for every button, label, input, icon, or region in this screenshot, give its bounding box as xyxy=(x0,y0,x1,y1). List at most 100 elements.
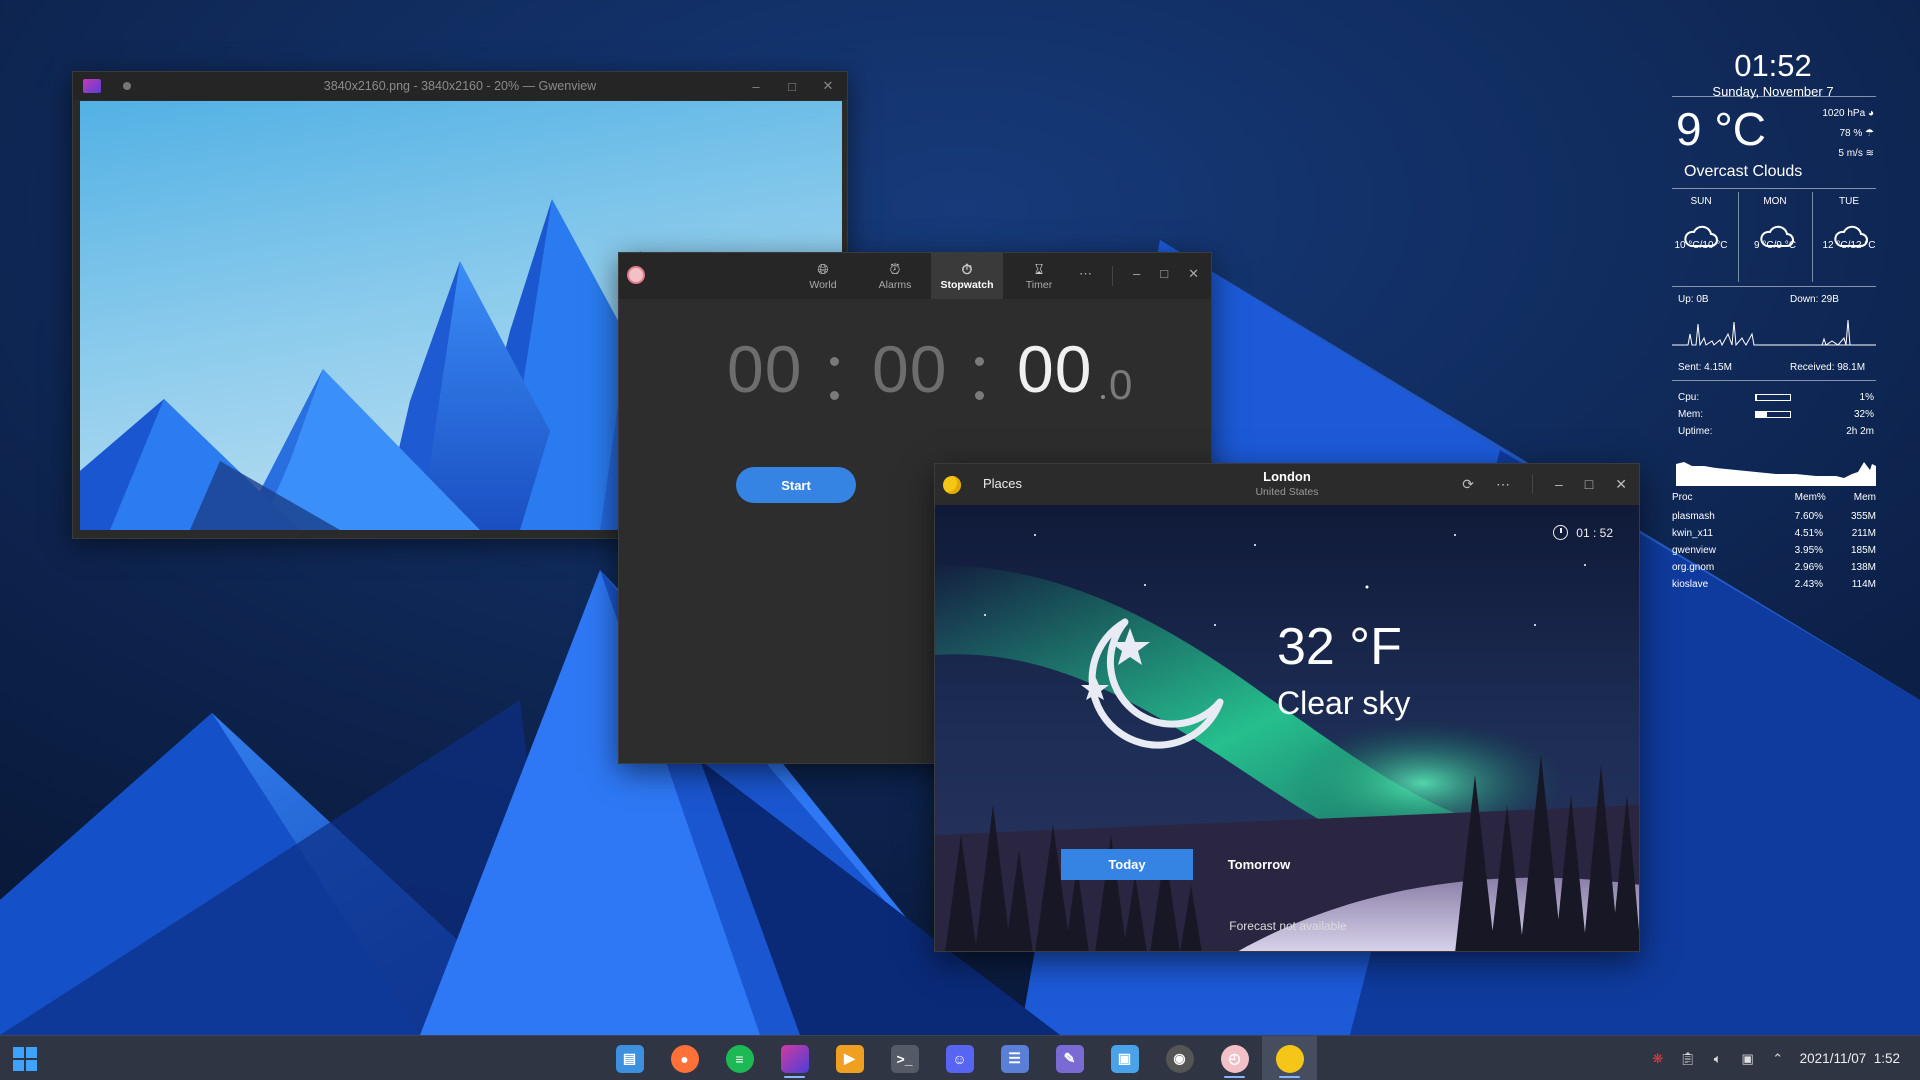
maximize-icon[interactable]: □ xyxy=(1585,476,1593,492)
taskbar-app[interactable]: ● xyxy=(657,1036,712,1080)
mem-value: 32% xyxy=(1853,409,1874,420)
file-manager-icon: ▤ xyxy=(615,1044,644,1073)
weather-header[interactable]: Places London United States ⟳ ⋯ – □ ✕ xyxy=(935,464,1639,505)
cloud-icon xyxy=(1760,225,1794,247)
forecast-message: Forecast not available xyxy=(1229,919,1347,933)
umbrella-icon: ☂ xyxy=(1865,128,1874,139)
current-temperature: 32 °F xyxy=(1277,618,1402,676)
gwenview-icon xyxy=(780,1044,809,1073)
cloud-icon xyxy=(1834,225,1868,247)
network-icon[interactable]: ▣ xyxy=(1740,1051,1756,1067)
humidity-value: 78 % xyxy=(1839,128,1863,139)
close-icon[interactable]: ✕ xyxy=(1615,476,1627,493)
tab-label: Alarms xyxy=(878,278,912,291)
taskbar-app[interactable]: ✎ xyxy=(1042,1036,1097,1080)
document-icon: ☰ xyxy=(1000,1044,1029,1073)
taskbar-app[interactable]: ▤ xyxy=(602,1036,657,1080)
cpu-bar xyxy=(1755,394,1791,401)
minimize-icon[interactable]: – xyxy=(747,77,765,95)
start-menu-button[interactable] xyxy=(13,1047,37,1071)
tab-timer[interactable]: ⌛︎ Timer xyxy=(1003,253,1075,299)
net-up: Up: 0B xyxy=(1678,294,1709,305)
current-condition: Clear sky xyxy=(1277,685,1411,721)
clock-icon xyxy=(1553,525,1569,540)
spotify-icon: ≡ xyxy=(725,1044,754,1073)
tab-alarms[interactable]: ⏰︎ Alarms xyxy=(859,253,931,299)
table-row: plasmash 7.60% 355M xyxy=(1672,508,1876,525)
stopwatch-minutes: 00 xyxy=(872,332,948,406)
start-button[interactable]: Start xyxy=(736,467,856,503)
table-cell: 3.95% xyxy=(1794,545,1824,556)
tab-world[interactable]: 🌐︎ World xyxy=(787,253,859,299)
pressure: 1020 hPa ◕ xyxy=(1822,108,1874,119)
uptime-label: Uptime: xyxy=(1678,426,1713,437)
more-options-icon[interactable]: ⋯ xyxy=(1496,476,1510,493)
gwenview-titlebar[interactable]: 3840x2160.png - 3840x2160 - 20% — Gwenvi… xyxy=(73,72,847,100)
widget-temperature: 9 °C xyxy=(1676,103,1766,155)
maximize-icon[interactable]: □ xyxy=(783,77,801,95)
table-cell: 185M xyxy=(1850,545,1876,556)
table-cell: gwenview xyxy=(1672,545,1716,556)
clocks-header[interactable]: 🌐︎ World ⏰︎ Alarms ⏱︎ Stopwatch ⌛︎ Timer… xyxy=(619,253,1211,299)
column-header: Mem% xyxy=(1794,491,1826,503)
aurora-background xyxy=(935,505,1639,951)
divider xyxy=(1672,380,1876,381)
minimize-icon[interactable]: – xyxy=(1555,476,1563,492)
lifebuoy-icon[interactable]: ❋ xyxy=(1650,1051,1666,1067)
table-cell: 355M xyxy=(1850,511,1876,522)
close-icon[interactable]: ✕ xyxy=(819,77,837,95)
weather-window[interactable]: Places London United States ⟳ ⋯ – □ ✕ 01… xyxy=(934,463,1640,952)
discord-icon: ☺ xyxy=(945,1044,974,1073)
tab-label: Timer xyxy=(1025,278,1053,291)
cpu-value: 1% xyxy=(1859,392,1874,403)
tab-stopwatch[interactable]: ⏱︎ Stopwatch xyxy=(931,253,1003,299)
widget-date: Sunday, November 7 xyxy=(1712,84,1834,99)
taskbar-clock[interactable]: 2021/11/07 1:52 xyxy=(1800,1051,1900,1066)
maximize-icon[interactable]: □ xyxy=(1160,266,1168,286)
clipboard-icon[interactable]: 📋︎ xyxy=(1679,1051,1696,1067)
pin-icon[interactable] xyxy=(123,82,131,90)
stopwatch-display: 00 00 00 0 xyxy=(619,331,1211,441)
taskbar-app[interactable]: ◉ xyxy=(1152,1036,1207,1080)
table-row: org.gnom 2.96% 138M xyxy=(1672,559,1876,576)
taskbar-app[interactable]: ☰ xyxy=(987,1036,1042,1080)
taskbar-app[interactable]: ☺ xyxy=(932,1036,987,1080)
weather-icon xyxy=(1275,1044,1304,1073)
minimize-icon[interactable]: – xyxy=(1133,266,1140,286)
table-cell: plasmash xyxy=(1672,511,1715,522)
today-button[interactable]: Today xyxy=(1061,849,1193,880)
taskbar-app[interactable]: ≡ xyxy=(712,1036,767,1080)
table-cell: 2.96% xyxy=(1794,562,1824,573)
volume-icon[interactable]: 🔈︎ xyxy=(1710,1051,1726,1067)
gwenview-app-icon[interactable] xyxy=(83,79,101,93)
taskbar-app[interactable]: ▣ xyxy=(1097,1036,1152,1080)
wind: 5 m/s ≋ xyxy=(1838,148,1874,159)
taskbar-app[interactable]: ▶ xyxy=(822,1036,877,1080)
store-icon: ▣ xyxy=(1110,1044,1139,1073)
clocks-icon: ◴ xyxy=(1220,1044,1249,1073)
net-down: Down: 29B xyxy=(1790,294,1839,305)
table-cell: 2.43% xyxy=(1794,579,1824,590)
more-options-icon[interactable]: ⋯ xyxy=(1079,266,1092,286)
tab-label: World xyxy=(809,278,837,291)
settings-icon: ◉ xyxy=(1165,1044,1194,1073)
tomorrow-button[interactable]: Tomorrow xyxy=(1193,849,1325,880)
taskbar-app[interactable]: ◴ xyxy=(1207,1036,1262,1080)
task-manager: ▤ ● ≡ ▶ >_ ☺ ☰ ✎ ▣ ◉ ◴ xyxy=(602,1036,1317,1080)
close-icon[interactable]: ✕ xyxy=(1188,266,1199,286)
terminal-icon: >_ xyxy=(890,1044,919,1073)
taskbar: ▤ ● ≡ ▶ >_ ☺ ☰ ✎ ▣ ◉ ◴ ❋ 📋︎ 🔈︎ ▣ ⌃ 2021/11/07 1:52 xyxy=(0,1035,1920,1080)
widget-condition: Overcast Clouds xyxy=(1684,163,1803,180)
cpu-label: Cpu: xyxy=(1678,392,1700,403)
table-cell: kwin_x11 xyxy=(1672,528,1713,539)
taskbar-app[interactable] xyxy=(767,1036,822,1080)
humidity: 78 % ☂ xyxy=(1839,128,1874,139)
chevron-up-icon[interactable]: ⌃ xyxy=(1770,1051,1786,1067)
gwenview-title: 3840x2160.png - 3840x2160 - 20% — Gwenvi… xyxy=(323,79,597,93)
taskbar-app[interactable]: >_ xyxy=(877,1036,932,1080)
taskbar-app[interactable] xyxy=(1262,1036,1317,1080)
forecast-day-name: TUE xyxy=(1839,196,1859,207)
cloud-icon xyxy=(1684,225,1718,247)
refresh-icon[interactable]: ⟳ xyxy=(1462,476,1474,493)
mem-label: Mem: xyxy=(1678,409,1703,420)
